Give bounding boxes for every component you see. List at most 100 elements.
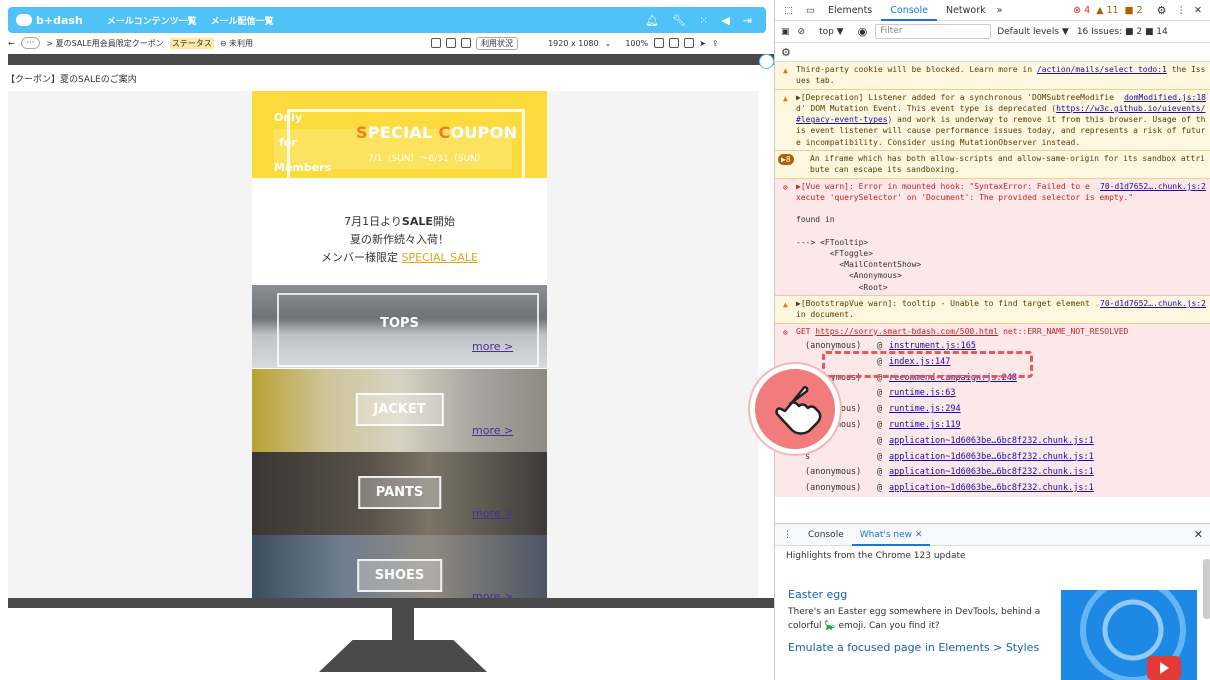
whats-new-thumbnail[interactable]	[1061, 590, 1197, 680]
more-link[interactable]: more >	[472, 507, 513, 520]
close-drawer-icon[interactable]: ✕	[1194, 528, 1203, 541]
header-nav: メールコンテンツ一覧 メール配信一覧	[107, 14, 274, 27]
stack-source-link[interactable]: instrument.js:165	[889, 339, 976, 355]
stack-at: @	[877, 467, 883, 478]
nav-mail-delivery[interactable]: メール配信一覧	[211, 14, 274, 27]
drawer-tab-whats-new[interactable]: What's new ✕	[851, 524, 931, 546]
archive-icon[interactable]	[669, 38, 680, 48]
drawer-scrollbar[interactable]	[1203, 559, 1210, 619]
back-button[interactable]: ←	[8, 39, 15, 48]
stack-function: s	[805, 451, 811, 462]
tab-network[interactable]: Network	[937, 0, 995, 21]
category-pants[interactable]: PANTS more >	[252, 452, 547, 535]
log-source-link[interactable]: 70-d1d7652….chunk.js:2	[1100, 181, 1206, 192]
log-link[interactable]: /action/mails/select_todo:1	[1037, 65, 1167, 74]
stack-source-link[interactable]: runtime.js:119	[889, 418, 961, 434]
megaphone-icon[interactable]: ◀	[721, 14, 729, 27]
more-link[interactable]: more >	[472, 590, 513, 598]
edit-icon[interactable]	[431, 38, 442, 48]
warning-count[interactable]: ▲ 11	[1096, 5, 1118, 16]
nav-mail-contents[interactable]: メールコンテンツ一覧	[107, 14, 197, 27]
bell-icon[interactable]: 🔔︎	[645, 14, 659, 27]
save-icon[interactable]	[684, 38, 695, 48]
drawer-tab-console[interactable]: Console	[800, 524, 852, 546]
special-sale-link[interactable]: SPECIAL SALE	[402, 251, 478, 264]
category-jacket[interactable]: JACKET more >	[252, 369, 547, 452]
stack-source-link[interactable]: recommend-campaign.js:248	[889, 371, 1017, 387]
intro-line-3: メンバー様限定 SPECIAL SALE	[252, 249, 547, 267]
log-source-link[interactable]: domModified.js:18	[1124, 92, 1206, 103]
breadcrumb[interactable]: > 夏のSALE用会員限定クーポン	[46, 38, 163, 49]
stack-source-link[interactable]: application~1d6063be…6bc8f232.chunk.js:1	[889, 481, 1094, 497]
zoom-select[interactable]: 100%	[625, 39, 648, 48]
issues-counter[interactable]: 16 Issues: ■ 2 ■ 14	[1077, 27, 1168, 37]
device-toolbar-icon[interactable]: ▭	[802, 0, 819, 21]
stack-at: @	[877, 419, 883, 430]
console-message-vue-error[interactable]: ⊗ 70-d1d7652….chunk.js:2 ▶[Vue warn]: Er…	[775, 178, 1210, 297]
error-url-link[interactable]: https://sorry.smart-bdash.com/500.html	[815, 327, 998, 336]
share-icon[interactable]: ⇪	[712, 39, 719, 48]
stack-at: @	[877, 451, 883, 462]
category-label: SHOES	[356, 559, 443, 592]
info-count[interactable]: ■ 2	[1125, 5, 1143, 16]
device-icon[interactable]	[654, 38, 665, 48]
console-message-deprecation[interactable]: ▲ domModified.js:18 ▶[Deprecation] Liste…	[775, 89, 1210, 152]
stack-row: (anonymous) @ application~1d6063be…6bc8f23…	[775, 481, 1210, 497]
stack-source-link[interactable]: application~1d6063be…6bc8f232.chunk.js:1	[889, 450, 1094, 466]
more-link[interactable]: more >	[472, 424, 513, 437]
send-icon[interactable]: ➤	[699, 39, 706, 48]
inspect-icon[interactable]: ⬚	[775, 0, 802, 21]
tab-elements[interactable]: Elements	[819, 0, 881, 21]
console-settings-icon[interactable]: ⚙	[781, 46, 791, 59]
eye-icon[interactable]: ◉	[858, 25, 868, 38]
more-link[interactable]: more >	[472, 340, 513, 353]
youtube-play-icon[interactable]	[1147, 656, 1181, 680]
gear-icon[interactable]: ⚙	[1157, 4, 1167, 17]
breadcrumb-more-button[interactable]: ···	[20, 37, 41, 49]
close-icon[interactable]: ✕	[1194, 5, 1202, 16]
grid-icon[interactable]: ⁙	[699, 14, 708, 27]
component-tree: ---> <FTooltip> <FToggle> <MailContentSh…	[796, 237, 1206, 293]
stack-row: s @ application~1d6063be…6bc8f232.chunk.js…	[775, 450, 1210, 466]
kebab-icon[interactable]: ⋮	[1177, 5, 1187, 16]
context-select[interactable]: top ▼	[819, 27, 844, 37]
drawer-tab-label: What's new	[859, 529, 913, 540]
logout-icon[interactable]: ⇥	[743, 14, 752, 27]
warning-icon: ▲	[783, 300, 788, 310]
clear-console-icon[interactable]: ⊘	[798, 27, 806, 37]
close-tab-icon[interactable]: ✕	[915, 530, 923, 540]
log-source-link[interactable]: 70-d1d7652….chunk.js:2	[1100, 298, 1206, 309]
console-message-warning[interactable]: ▲ Third-party cookie will be blocked. Le…	[775, 62, 1210, 90]
tab-console[interactable]: Console	[881, 0, 937, 21]
sidebar-toggle-icon[interactable]: ▣	[781, 27, 790, 37]
stack-row: (anonymous)@runtime.js:294	[775, 402, 1210, 418]
drawer-menu-icon[interactable]: ⋮	[775, 524, 800, 546]
error-count[interactable]: ⊗ 4	[1073, 5, 1090, 16]
stack-source-link[interactable]: application~1d6063be…6bc8f232.chunk.js:1	[889, 465, 1094, 481]
console-message-bootstrap-warning[interactable]: ▲ 70-d1d7652….chunk.js:2 ▶[BootstrapVue …	[775, 296, 1210, 324]
preview-toggle-button[interactable]	[759, 54, 774, 69]
copy-icon[interactable]	[446, 38, 457, 48]
stack-source-link[interactable]: runtime.js:294	[889, 402, 961, 418]
stack-at: @	[877, 435, 883, 446]
category-tops[interactable]: TOPS more >	[252, 285, 547, 368]
more-tabs-icon[interactable]: »	[995, 0, 1005, 21]
log-levels-select[interactable]: Default levels ▼	[997, 27, 1069, 37]
console-filter-bar: ▣ ⊘ top ▼ ◉ Filter Default levels ▼ 16 I…	[775, 21, 1210, 43]
stack-source-link[interactable]: runtime.js:63	[889, 386, 956, 402]
wrench-icon[interactable]: 🔧︎	[672, 14, 686, 27]
repeat-count-badge: ▶8	[778, 154, 794, 166]
console-message-iframe[interactable]: ▶8 An iframe which has both allow-script…	[775, 151, 1210, 179]
usage-button[interactable]: 利用状況	[476, 36, 519, 50]
app-root: b+dash メールコンテンツ一覧 メール配信一覧 🔔︎ 🔧︎ ⁙ ◀ ⇥ ← …	[0, 0, 1210, 680]
stack-source-link[interactable]: index.js:147	[889, 355, 950, 371]
category-shoes[interactable]: SHOES more >	[252, 535, 547, 598]
console-message-network-error[interactable]: ⊗ GET https://sorry.smart-bdash.com/500.…	[775, 323, 1210, 339]
chevron-down-icon[interactable]: ⌄	[605, 39, 612, 48]
filter-input[interactable]: Filter	[875, 24, 992, 39]
logo[interactable]: b+dash	[16, 14, 83, 27]
devtools-panel: ⬚ ▭ Elements Console Network » ⊗ 4 ▲ 11 …	[774, 0, 1210, 680]
trash-icon[interactable]	[461, 38, 472, 48]
stack-source-link[interactable]: application~1d6063be…6bc8f232.chunk.js:1	[889, 434, 1094, 450]
resolution-select[interactable]: 1920 x 1080	[548, 39, 599, 48]
